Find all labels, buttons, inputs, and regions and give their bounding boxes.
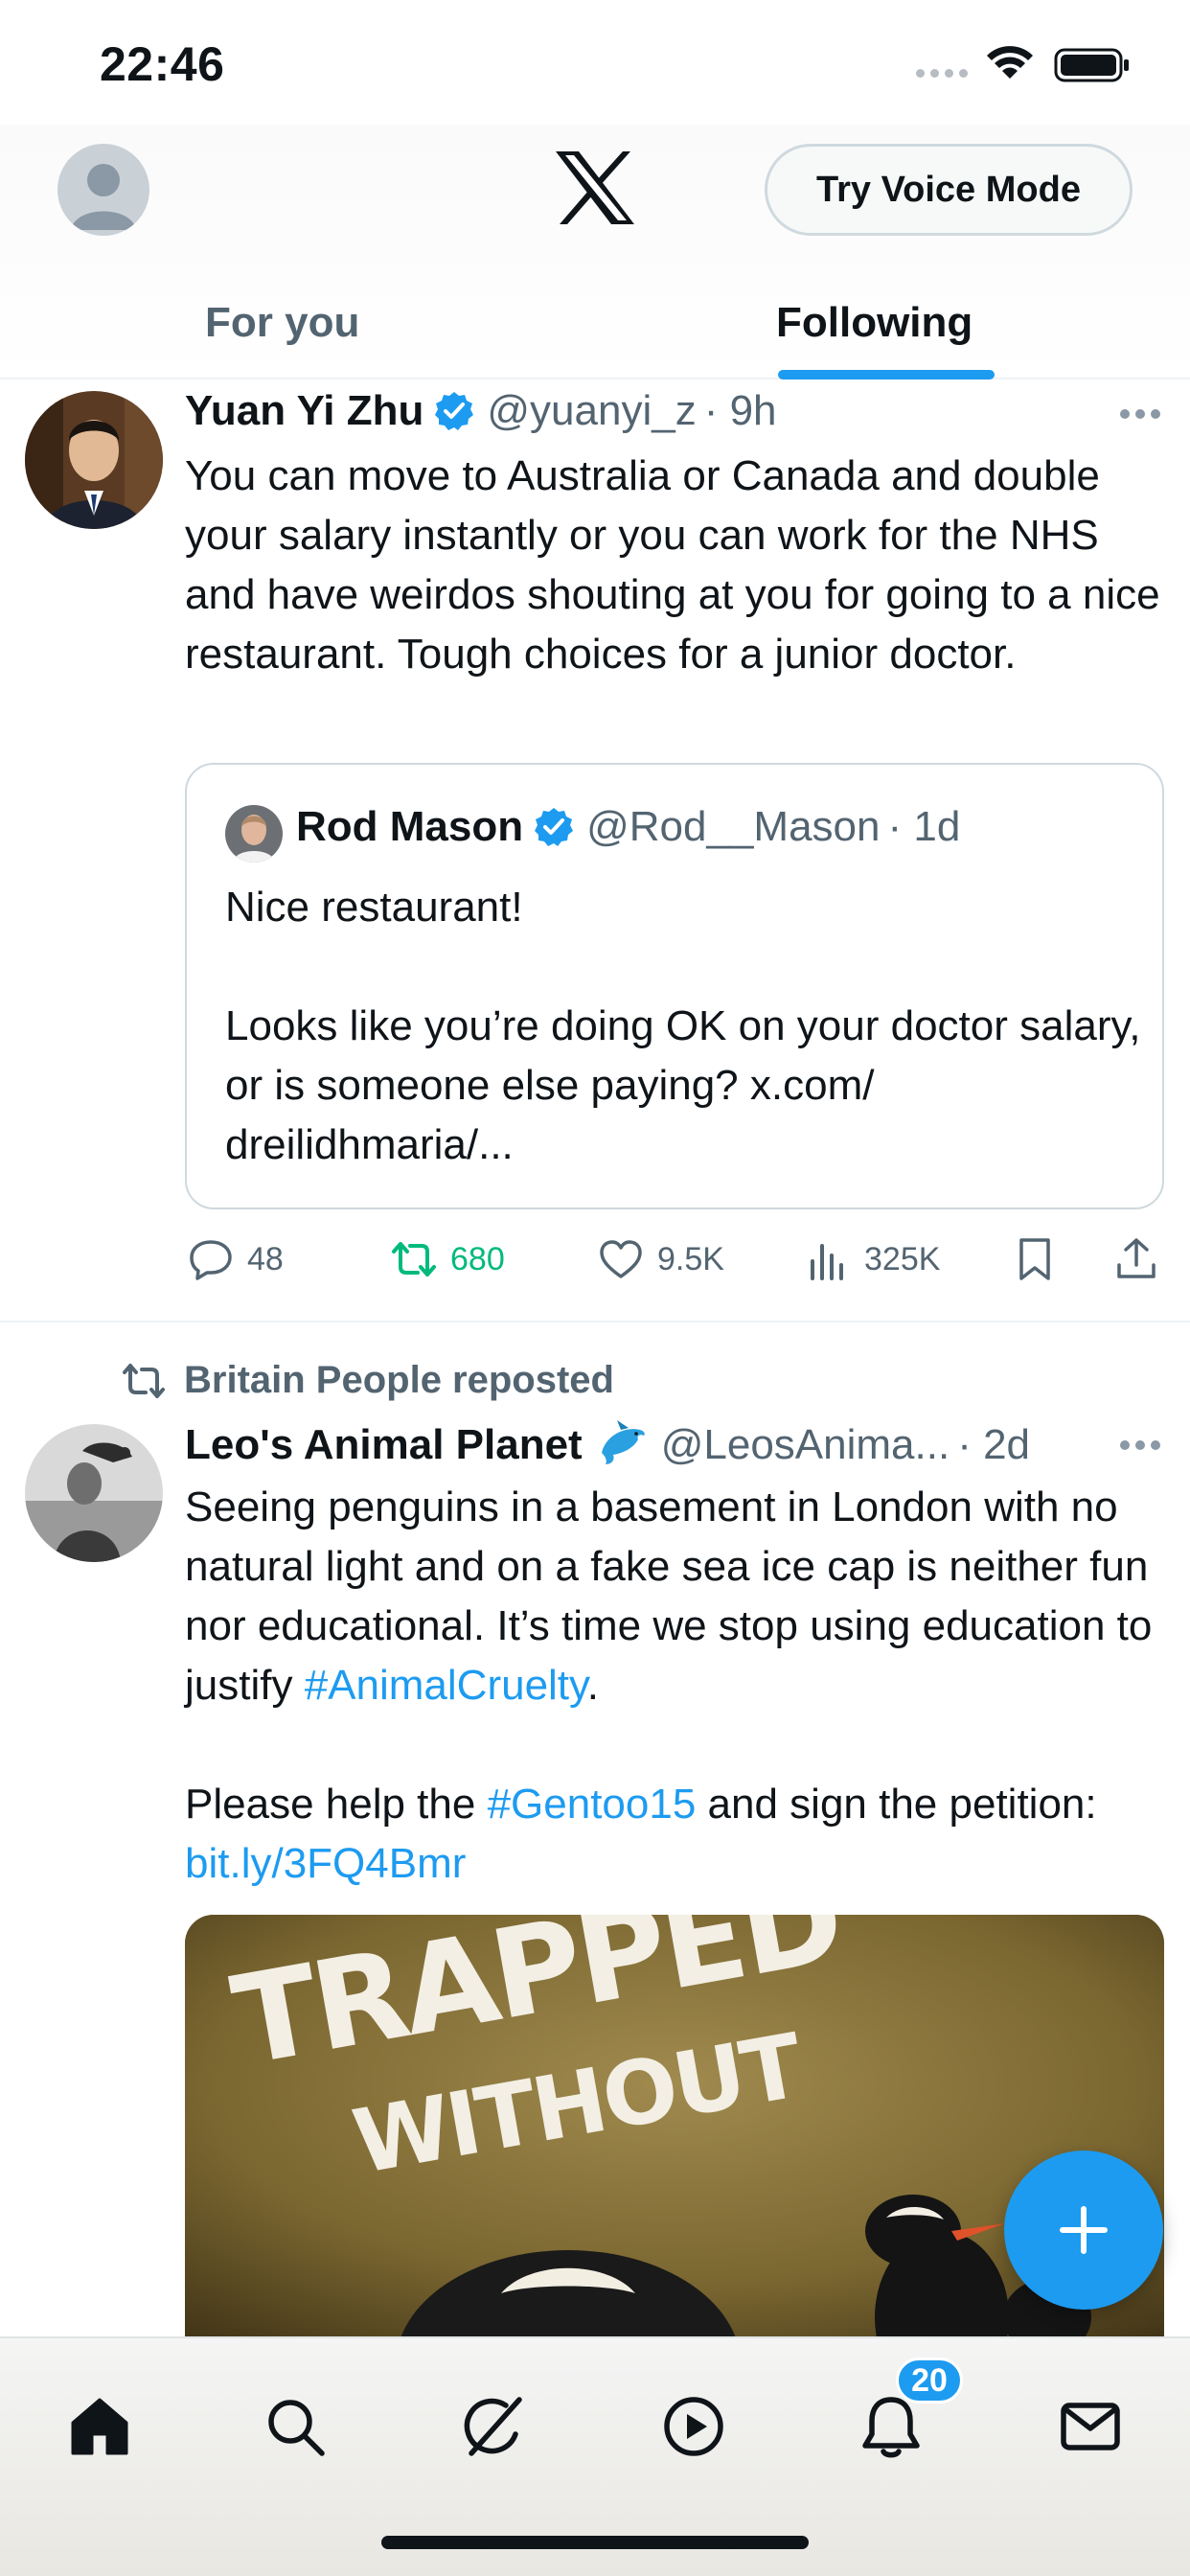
nav-video[interactable] [659, 2392, 728, 2461]
nav-home[interactable] [65, 2392, 134, 2461]
author-avatar[interactable] [25, 1424, 163, 1562]
tweet[interactable]: Britain People reposted Leo's Animal Pla… [0, 0, 1190, 2336]
messages-icon [1061, 2403, 1120, 2450]
notifications-badge: 20 [896, 2358, 963, 2404]
dolphin-icon [601, 1420, 645, 1464]
compose-post-button[interactable] [1004, 2150, 1163, 2310]
nav-messages[interactable] [1056, 2392, 1125, 2461]
author-handle[interactable]: @LeosAnima... [661, 1421, 950, 1469]
petition-link[interactable]: bit.ly/3FQ4Bmr [185, 1840, 466, 1887]
hashtag-animalcruelty[interactable]: #AnimalCruelty [305, 1662, 587, 1709]
tweet-text: Seeing penguins in a basement in London … [185, 1478, 1162, 1894]
home-icon [71, 2398, 128, 2455]
search-icon [268, 2400, 325, 2456]
nav-search[interactable] [261, 2392, 330, 2461]
repost-icon [123, 1363, 165, 1398]
tweet-header: Leo's Animal Planet @LeosAnima... · 2d [185, 1418, 1030, 1472]
repost-context[interactable]: Britain People reposted [121, 1359, 614, 1402]
hashtag-gentoo15[interactable]: #Gentoo15 [488, 1781, 697, 1828]
tweet-text-part: and sign the petition: [696, 1781, 1109, 1828]
nav-grok[interactable] [458, 2392, 527, 2461]
repost-context-label: Britain People reposted [184, 1359, 614, 1401]
author-name[interactable]: Leo's Animal Planet [185, 1421, 583, 1469]
home-indicator [381, 2536, 809, 2549]
more-options-icon[interactable] [1119, 1439, 1161, 1451]
grok-icon [464, 2397, 522, 2456]
video-icon [664, 2397, 723, 2456]
plus-icon [1060, 2206, 1108, 2254]
tweet-timestamp[interactable]: · 2d [957, 1421, 1030, 1469]
author-photo [25, 1424, 163, 1562]
